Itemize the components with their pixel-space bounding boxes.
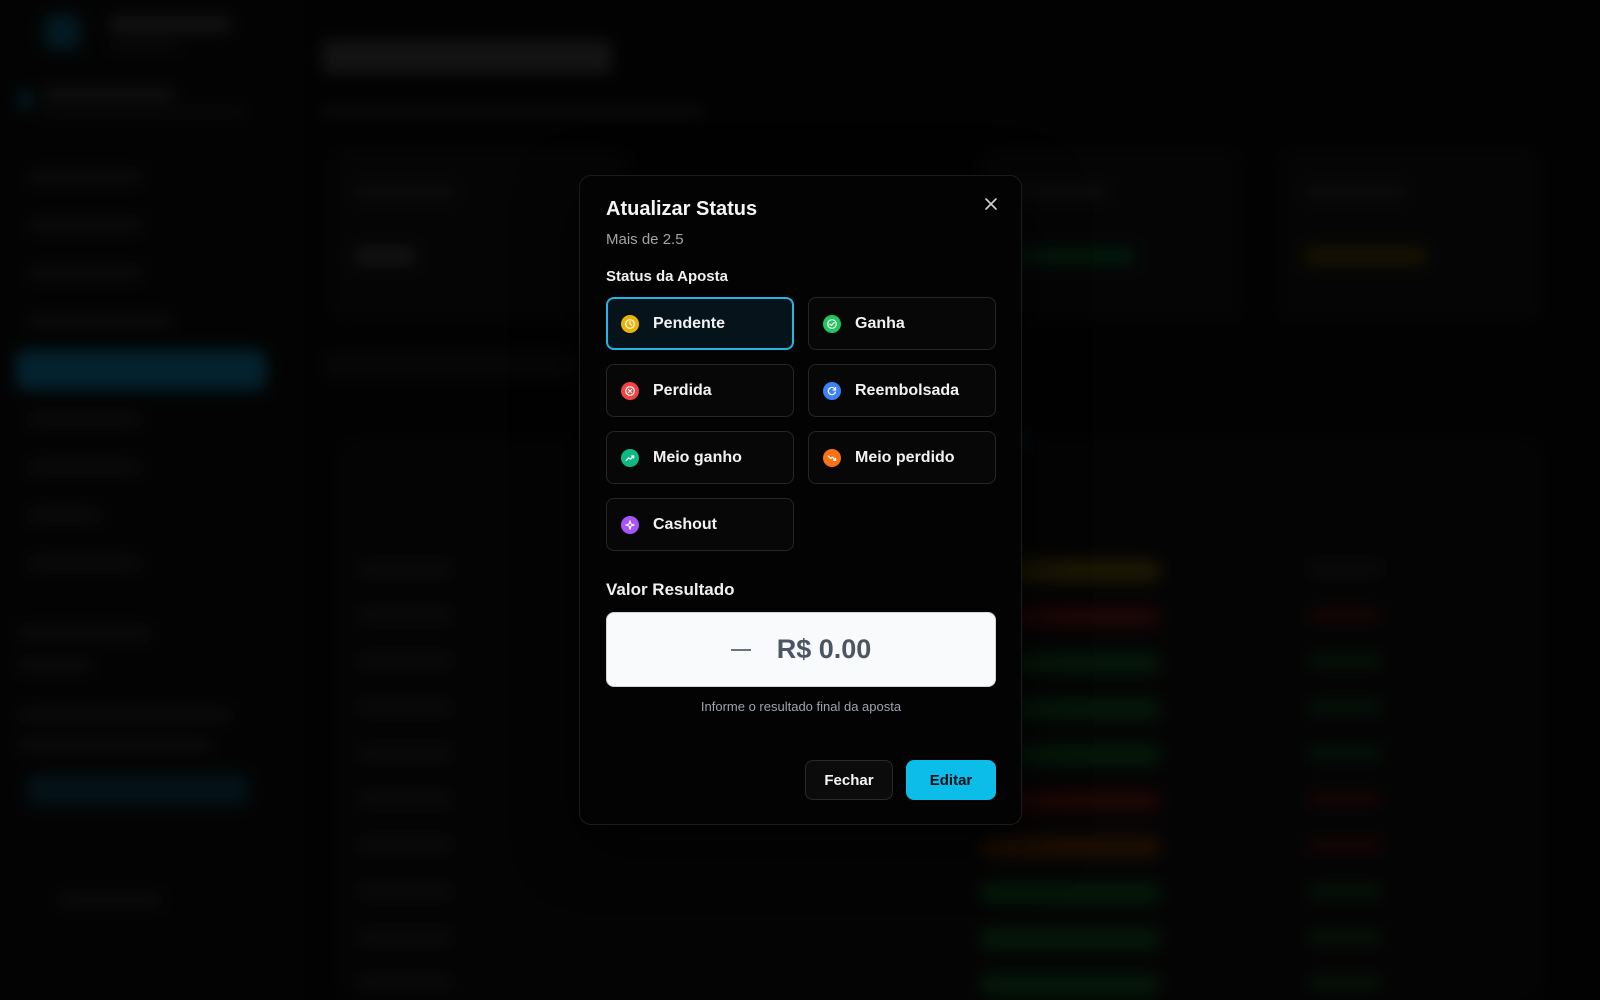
modal-subtitle: Mais de 2.5 <box>606 231 684 248</box>
editar-button[interactable]: Editar <box>906 760 996 800</box>
modal-title: Atualizar Status <box>606 198 758 220</box>
status-option-label: Meio ganho <box>653 448 742 466</box>
status-option-label: Reembolsada <box>855 381 960 399</box>
minus-icon[interactable] <box>730 648 751 651</box>
close-button[interactable] <box>979 192 1003 216</box>
status-option-label: Cashout <box>653 515 717 533</box>
status-option-perdida[interactable]: Perdida <box>606 364 794 417</box>
status-section-label: Status da Aposta <box>606 268 728 285</box>
refresh-icon <box>823 381 841 400</box>
status-option-label: Meio perdido <box>855 448 955 466</box>
x-circle-icon <box>621 381 639 400</box>
status-option-reembolsada[interactable]: Reembolsada <box>808 364 996 417</box>
trending-down-icon <box>823 448 841 467</box>
sparkle-icon <box>621 515 639 534</box>
status-option-label: Pendente <box>653 314 726 332</box>
status-option-pendente[interactable]: Pendente <box>606 297 794 350</box>
status-option-ganha[interactable]: Ganha <box>808 297 996 350</box>
status-option-meio-ganho[interactable]: Meio ganho <box>606 431 794 484</box>
valor-resultado-input[interactable]: R$ 0.00 <box>606 612 996 687</box>
check-circle-icon <box>823 314 841 333</box>
status-option-meio-perdido[interactable]: Meio perdido <box>808 431 996 484</box>
valor-resultado-value: R$ 0.00 <box>776 634 872 664</box>
status-option-label: Ganha <box>855 314 905 332</box>
close-icon <box>985 198 997 210</box>
valor-resultado-label: Valor Resultado <box>606 580 735 599</box>
update-status-modal: Atualizar Status Mais de 2.5 Status da A… <box>579 175 1022 825</box>
clock-icon <box>621 314 639 333</box>
status-option-label: Perdida <box>653 381 712 399</box>
trending-up-icon <box>621 448 639 467</box>
valor-resultado-hint: Informe o resultado final da aposta <box>700 699 902 714</box>
status-option-cashout[interactable]: Cashout <box>606 498 794 551</box>
fechar-button[interactable]: Fechar <box>805 760 893 800</box>
